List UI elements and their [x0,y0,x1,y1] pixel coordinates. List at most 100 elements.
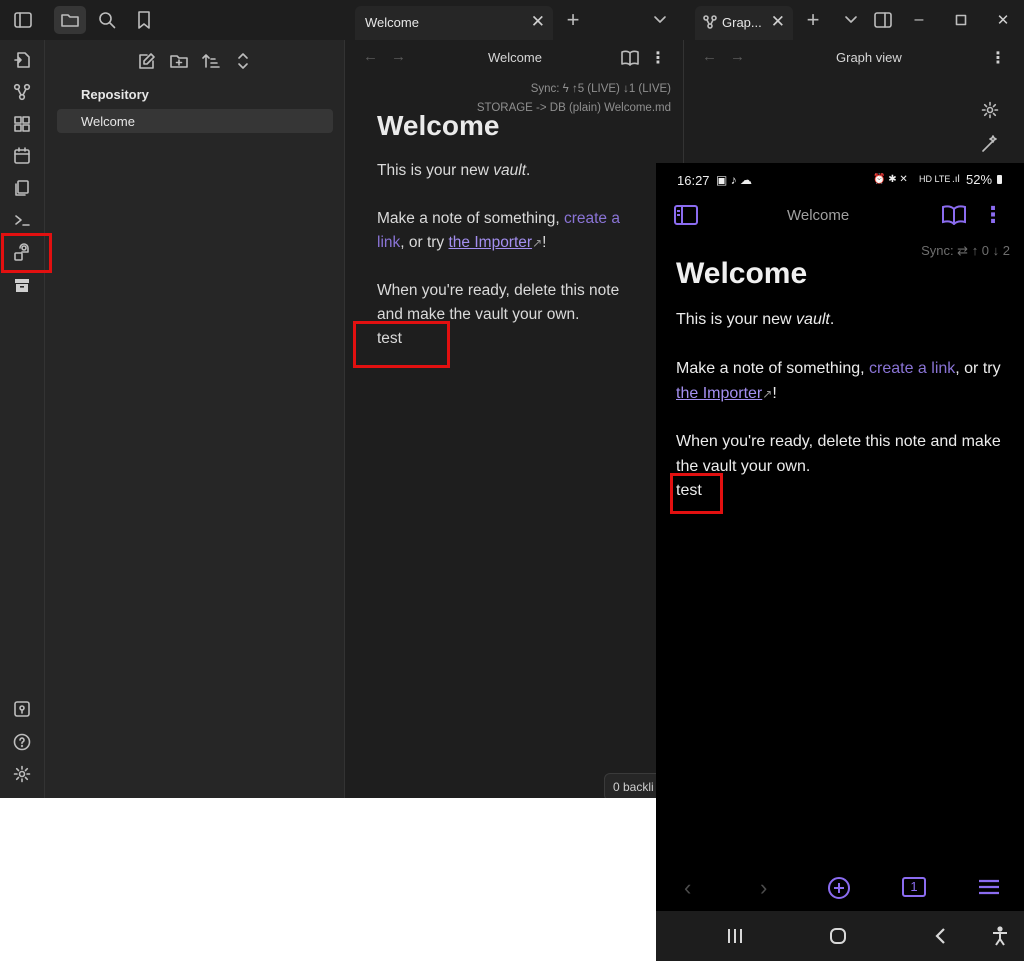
external-link-icon: ↗ [532,236,543,250]
settings-gear-icon[interactable] [10,762,34,786]
system-back-icon[interactable] [934,927,946,945]
list-item[interactable]: Welcome [57,109,333,133]
chevron-down-icon[interactable] [837,6,865,34]
new-tab-button[interactable]: + [559,6,587,34]
phone-header-title[interactable]: Welcome [787,207,849,224]
text: . [526,162,531,179]
importer-link[interactable]: the Importer [676,385,762,402]
files-folder-icon[interactable] [54,6,86,34]
close-window-icon[interactable]: ✕ [989,6,1017,34]
animate-wand-icon[interactable] [976,130,1004,158]
phone-test-line[interactable]: test [676,479,1011,504]
new-tab-button[interactable]: + [799,6,827,34]
graph-settings-gear-icon[interactable] [976,96,1004,124]
phone-paragraph-vault: This is your new vault. [676,308,1011,333]
title-bar: Welcome ✕ + Grap... ✕ + – ✕ [0,0,1024,40]
text: . [829,311,835,328]
graph-view-icon[interactable] [10,80,34,104]
paragraph-vault: This is your new vault. [377,159,647,183]
phone-screen: 16:27 ▣ ♪ ☁ ⏰ ✱ ✕ HD LTE .ıl 52% Welcome… [656,163,1024,961]
more-options-icon[interactable]: ⋮ [644,44,672,72]
text: ! [542,234,547,251]
notification-icons: ▣ ♪ ☁ [716,173,753,187]
bookmark-icon[interactable] [130,6,158,34]
menu-hamburger-icon[interactable] [978,878,1000,896]
sync-status-text: Sync: ϟ ↑5 (LIVE) ↓1 (LIVE) [530,83,671,95]
right-sidebar-toggle-icon[interactable] [869,6,897,34]
new-note-icon[interactable] [133,47,161,75]
chevron-down-icon[interactable] [646,6,674,34]
paragraph-note: Make a note of something, create a link,… [377,207,647,255]
back-arrow-icon[interactable]: ← [363,48,378,65]
highlight-box [670,473,723,514]
vault-name[interactable]: Repository [81,87,149,102]
note-heading: Welcome [377,110,500,141]
create-link[interactable]: create a link [869,360,955,377]
accessibility-icon[interactable] [991,926,1009,946]
file-explorer: Repository Welcome [45,40,345,798]
text: Make a note of something, [676,360,869,377]
sort-order-icon[interactable] [197,47,225,75]
text: , or try [400,234,449,251]
more-options-icon[interactable]: ⋮ [984,44,1012,72]
phone-sync-status: Sync: ⇄ ↑ 0 ↓ 2 [921,243,1010,258]
battery-level: 52% [966,172,993,187]
file-label: Welcome [81,114,135,129]
tab-label: Grap... [722,15,762,30]
tab-graph[interactable]: Grap... ✕ [695,6,793,40]
sidebar-toggle-icon[interactable] [9,6,37,34]
graph-icon [703,15,717,29]
recent-apps-icon[interactable] [726,927,744,945]
editor-pane: ← → Welcome ⋮ Sync: ϟ ↑5 (LIVE) ↓1 (LIVE… [345,40,686,798]
new-note-plus-icon[interactable] [827,876,851,900]
reading-mode-book-icon[interactable] [616,44,644,72]
canvas-icon[interactable] [10,112,34,136]
emphasis-text: vault [493,162,527,179]
open-quick-switcher-icon[interactable] [10,48,34,72]
forward-arrow-icon[interactable]: › [760,875,767,901]
expand-collapse-icon[interactable] [229,47,257,75]
templates-icon[interactable] [10,176,34,200]
home-icon[interactable] [829,927,847,945]
search-icon[interactable] [93,6,121,34]
phone-note-heading: Welcome [676,257,808,290]
help-icon[interactable] [10,730,34,754]
storage-status-text: STORAGE -> DB (plain) Welcome.md [476,102,671,114]
graph-title[interactable]: Graph view [836,50,902,65]
tab-welcome[interactable]: Welcome ✕ [355,6,553,40]
backlinks-label: 0 backli [613,780,654,794]
forward-arrow-icon[interactable]: → [391,48,406,65]
maximize-icon[interactable] [947,6,975,34]
archive-icon[interactable] [10,273,34,297]
vault-switcher-icon[interactable] [10,697,34,721]
new-folder-icon[interactable] [165,47,193,75]
back-arrow-icon[interactable]: ‹ [684,875,691,901]
status-time: 16:27 [677,173,710,188]
forward-arrow-icon[interactable]: → [730,48,745,65]
editor-title[interactable]: Welcome [488,50,542,65]
reading-mode-book-icon[interactable] [940,201,968,229]
highlight-box [353,321,450,368]
importer-link[interactable]: the Importer [449,234,533,251]
minimize-icon[interactable]: – [905,6,933,34]
android-navigation-bar [656,911,1024,961]
back-arrow-icon[interactable]: ← [702,48,717,65]
emphasis-text: vault [796,311,830,328]
more-options-icon[interactable]: ⋮ [979,201,1007,229]
text: This is your new [377,162,494,179]
left-ribbon [0,40,45,798]
status-indicators: ⏰ ✱ ✕ [873,174,908,185]
tab-count-button[interactable]: 1 [902,877,926,897]
sidebar-toggle-icon[interactable] [672,201,700,229]
battery-icon [997,175,1002,184]
signal-icon: .ıl [952,174,960,185]
close-tab-icon[interactable]: ✕ [531,12,545,32]
text: , or try [955,360,1001,377]
calendar-icon[interactable] [10,144,34,168]
close-tab-icon[interactable]: ✕ [771,12,785,32]
text: ! [772,384,777,402]
tab-label: Welcome [365,15,419,30]
terminal-icon[interactable] [10,208,34,232]
text: This is your new [676,311,797,328]
external-link-icon: ↗ [762,386,773,401]
